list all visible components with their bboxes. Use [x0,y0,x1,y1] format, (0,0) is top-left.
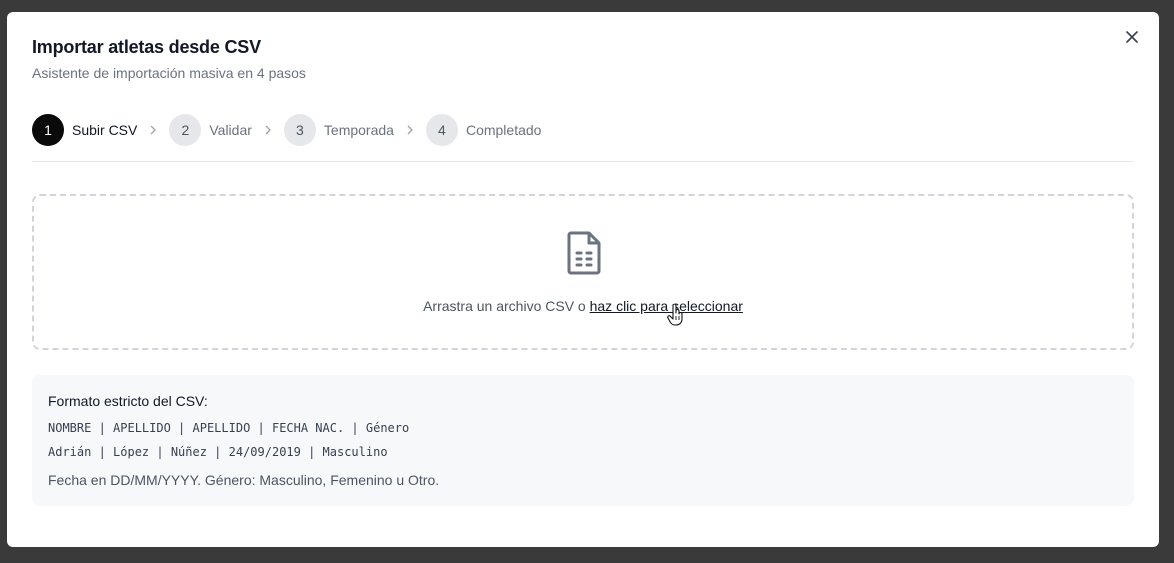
step-label: Temporada [323,122,394,138]
hand-pointer-icon [667,304,683,326]
format-title: Formato estricto del CSV: [48,393,208,409]
step-number: 2 [169,114,202,146]
step-number: 3 [283,114,316,146]
import-dialog: Importar atletas desde CSV Asistente de … [7,12,1159,547]
divider [32,161,1134,162]
step-validate[interactable]: 2 Validar [169,114,252,146]
step-number: 1 [32,114,64,146]
stepper: 1 Subir CSV 2 Validar 3 Temporada 4 Comp… [32,114,541,146]
chevron-right-icon [264,125,272,135]
step-completed[interactable]: 4 Completado [425,114,542,146]
close-button[interactable] [1123,28,1141,46]
step-label: Completado [465,122,542,138]
dropzone-instruction: Arrastra un archivo CSV o [423,298,590,314]
step-label: Subir CSV [72,122,138,138]
close-icon [1126,31,1138,43]
dropzone-text: Arrastra un archivo CSV o haz clic para … [34,298,1132,314]
step-label: Validar [209,122,252,138]
format-header-line: NOMBRE | APELLIDO | APELLIDO | FECHA NAC… [48,421,410,435]
step-season[interactable]: 3 Temporada [283,114,394,146]
chevron-right-icon [406,125,414,135]
chevron-right-icon [149,125,157,135]
format-example-line: Adrián | López | Núñez | 24/09/2019 | Ma… [48,445,388,459]
format-note: Fecha en DD/MM/YYYY. Género: Masculino, … [48,472,440,488]
dialog-subtitle: Asistente de importación masiva en 4 pas… [32,65,306,81]
csv-dropzone[interactable]: Arrastra un archivo CSV o haz clic para … [32,194,1134,350]
file-spreadsheet-icon [567,231,601,275]
dialog-title: Importar atletas desde CSV [32,37,261,57]
csv-format-panel: Formato estricto del CSV: NOMBRE | APELL… [32,375,1134,506]
step-number: 4 [425,114,458,146]
step-upload[interactable]: 1 Subir CSV [32,114,137,146]
